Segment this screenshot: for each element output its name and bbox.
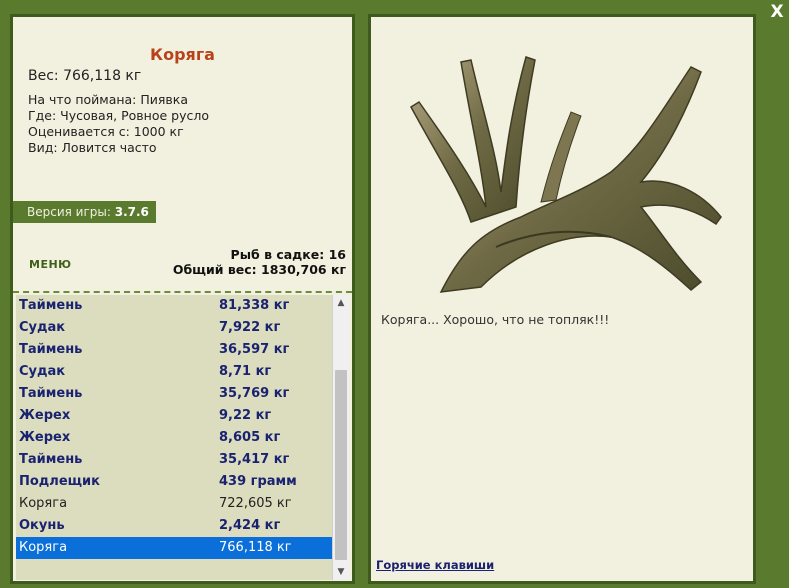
total-weight: Общий вес: 1830,706 кг: [172, 262, 346, 277]
list-item-name: Жерех: [19, 408, 71, 423]
list-item-weight: 7,922 кг: [219, 320, 281, 335]
catch-list[interactable]: Таймень 81,338 кг Судак 7,922 кг Таймень 36…: [16, 295, 334, 580]
list-item-name: Таймень: [19, 386, 83, 401]
list-item-name: Таймень: [19, 342, 83, 357]
version-badge: Версия игры: 3.7.6: [13, 201, 156, 223]
list-item-weight: 439 грамм: [219, 474, 297, 489]
list-item-name: Коряга: [19, 540, 68, 555]
bait-line: На что поймана: Пиявка: [28, 92, 188, 107]
list-item[interactable]: Таймень 81,338 кг: [16, 295, 334, 317]
list-item-name: Судак: [19, 320, 66, 335]
list-item-weight: 35,417 кг: [219, 452, 290, 467]
list-item-weight: 722,605 кг: [219, 496, 292, 511]
scroll-up-arrow-icon[interactable]: ▲: [333, 295, 349, 311]
version-value: 3.7.6: [114, 205, 149, 219]
list-item[interactable]: Жерех 9,22 кг: [16, 405, 334, 427]
list-item-name: Жерех: [19, 430, 71, 445]
scroll-down-arrow-icon[interactable]: ▼: [333, 564, 349, 580]
fish-weight: Вес: 766,118 кг: [28, 68, 142, 84]
fish-info-panel: Коряга Вес: 766,118 кг На что поймана: П…: [10, 14, 355, 584]
list-item-name: Окунь: [19, 518, 65, 533]
list-item-selected[interactable]: Коряга 766,118 кг: [16, 537, 334, 559]
hotkeys-link[interactable]: Горячие клавиши: [376, 558, 494, 572]
frequency-line: Вид: Ловится часто: [28, 140, 157, 155]
list-item-name: Судак: [19, 364, 66, 379]
list-item-name: Таймень: [19, 298, 83, 313]
menu-button[interactable]: МЕНЮ: [29, 258, 72, 271]
fish-comment: Коряга... Хорошо, что не топляк!!!: [381, 312, 610, 327]
fish-title: Коряга: [150, 45, 215, 64]
list-item-weight: 766,118 кг: [219, 540, 292, 555]
list-item[interactable]: Судак 8,71 кг: [16, 361, 334, 383]
list-item-weight: 36,597 кг: [219, 342, 290, 357]
location-line: Где: Чусовая, Ровное русло: [28, 108, 209, 123]
driftwood-image: [410, 56, 722, 293]
fish-count: Рыб в садке: 16: [230, 247, 346, 262]
list-item[interactable]: Таймень 35,417 кг: [16, 449, 334, 471]
list-item-weight: 9,22 кг: [219, 408, 272, 423]
close-icon[interactable]: X: [767, 2, 787, 22]
version-label: Версия игры:: [27, 205, 111, 219]
list-item[interactable]: Подлещик 439 грамм: [16, 471, 334, 493]
list-item-weight: 8,71 кг: [219, 364, 272, 379]
list-item-name: Коряга: [19, 496, 68, 511]
list-item-weight: 35,769 кг: [219, 386, 290, 401]
valued-line: Оценивается с: 1000 кг: [28, 124, 184, 139]
list-item[interactable]: Судак 7,922 кг: [16, 317, 334, 339]
list-item-weight: 81,338 кг: [219, 298, 290, 313]
divider: [13, 291, 352, 293]
list-item-name: Таймень: [19, 452, 83, 467]
scroll-thumb[interactable]: [335, 370, 347, 560]
list-item[interactable]: Коряга 722,605 кг: [16, 493, 334, 515]
fish-image-panel: Коряга... Хорошо, что не топляк!!! Горяч…: [368, 14, 756, 584]
list-item[interactable]: Таймень 35,769 кг: [16, 383, 334, 405]
list-item[interactable]: Жерех 8,605 кг: [16, 427, 334, 449]
list-scrollbar[interactable]: ▲ ▼: [332, 295, 349, 580]
list-item-name: Подлещик: [19, 474, 100, 489]
fish-details: На что поймана: Пиявка Где: Чусовая, Ров…: [28, 92, 209, 156]
list-item-weight: 8,605 кг: [219, 430, 281, 445]
list-item[interactable]: Таймень 36,597 кг: [16, 339, 334, 361]
catch-stats: Рыб в садке: 16 Общий вес: 1830,706 кг: [173, 247, 346, 277]
list-item-weight: 2,424 кг: [219, 518, 281, 533]
list-item[interactable]: Окунь 2,424 кг: [16, 515, 334, 537]
